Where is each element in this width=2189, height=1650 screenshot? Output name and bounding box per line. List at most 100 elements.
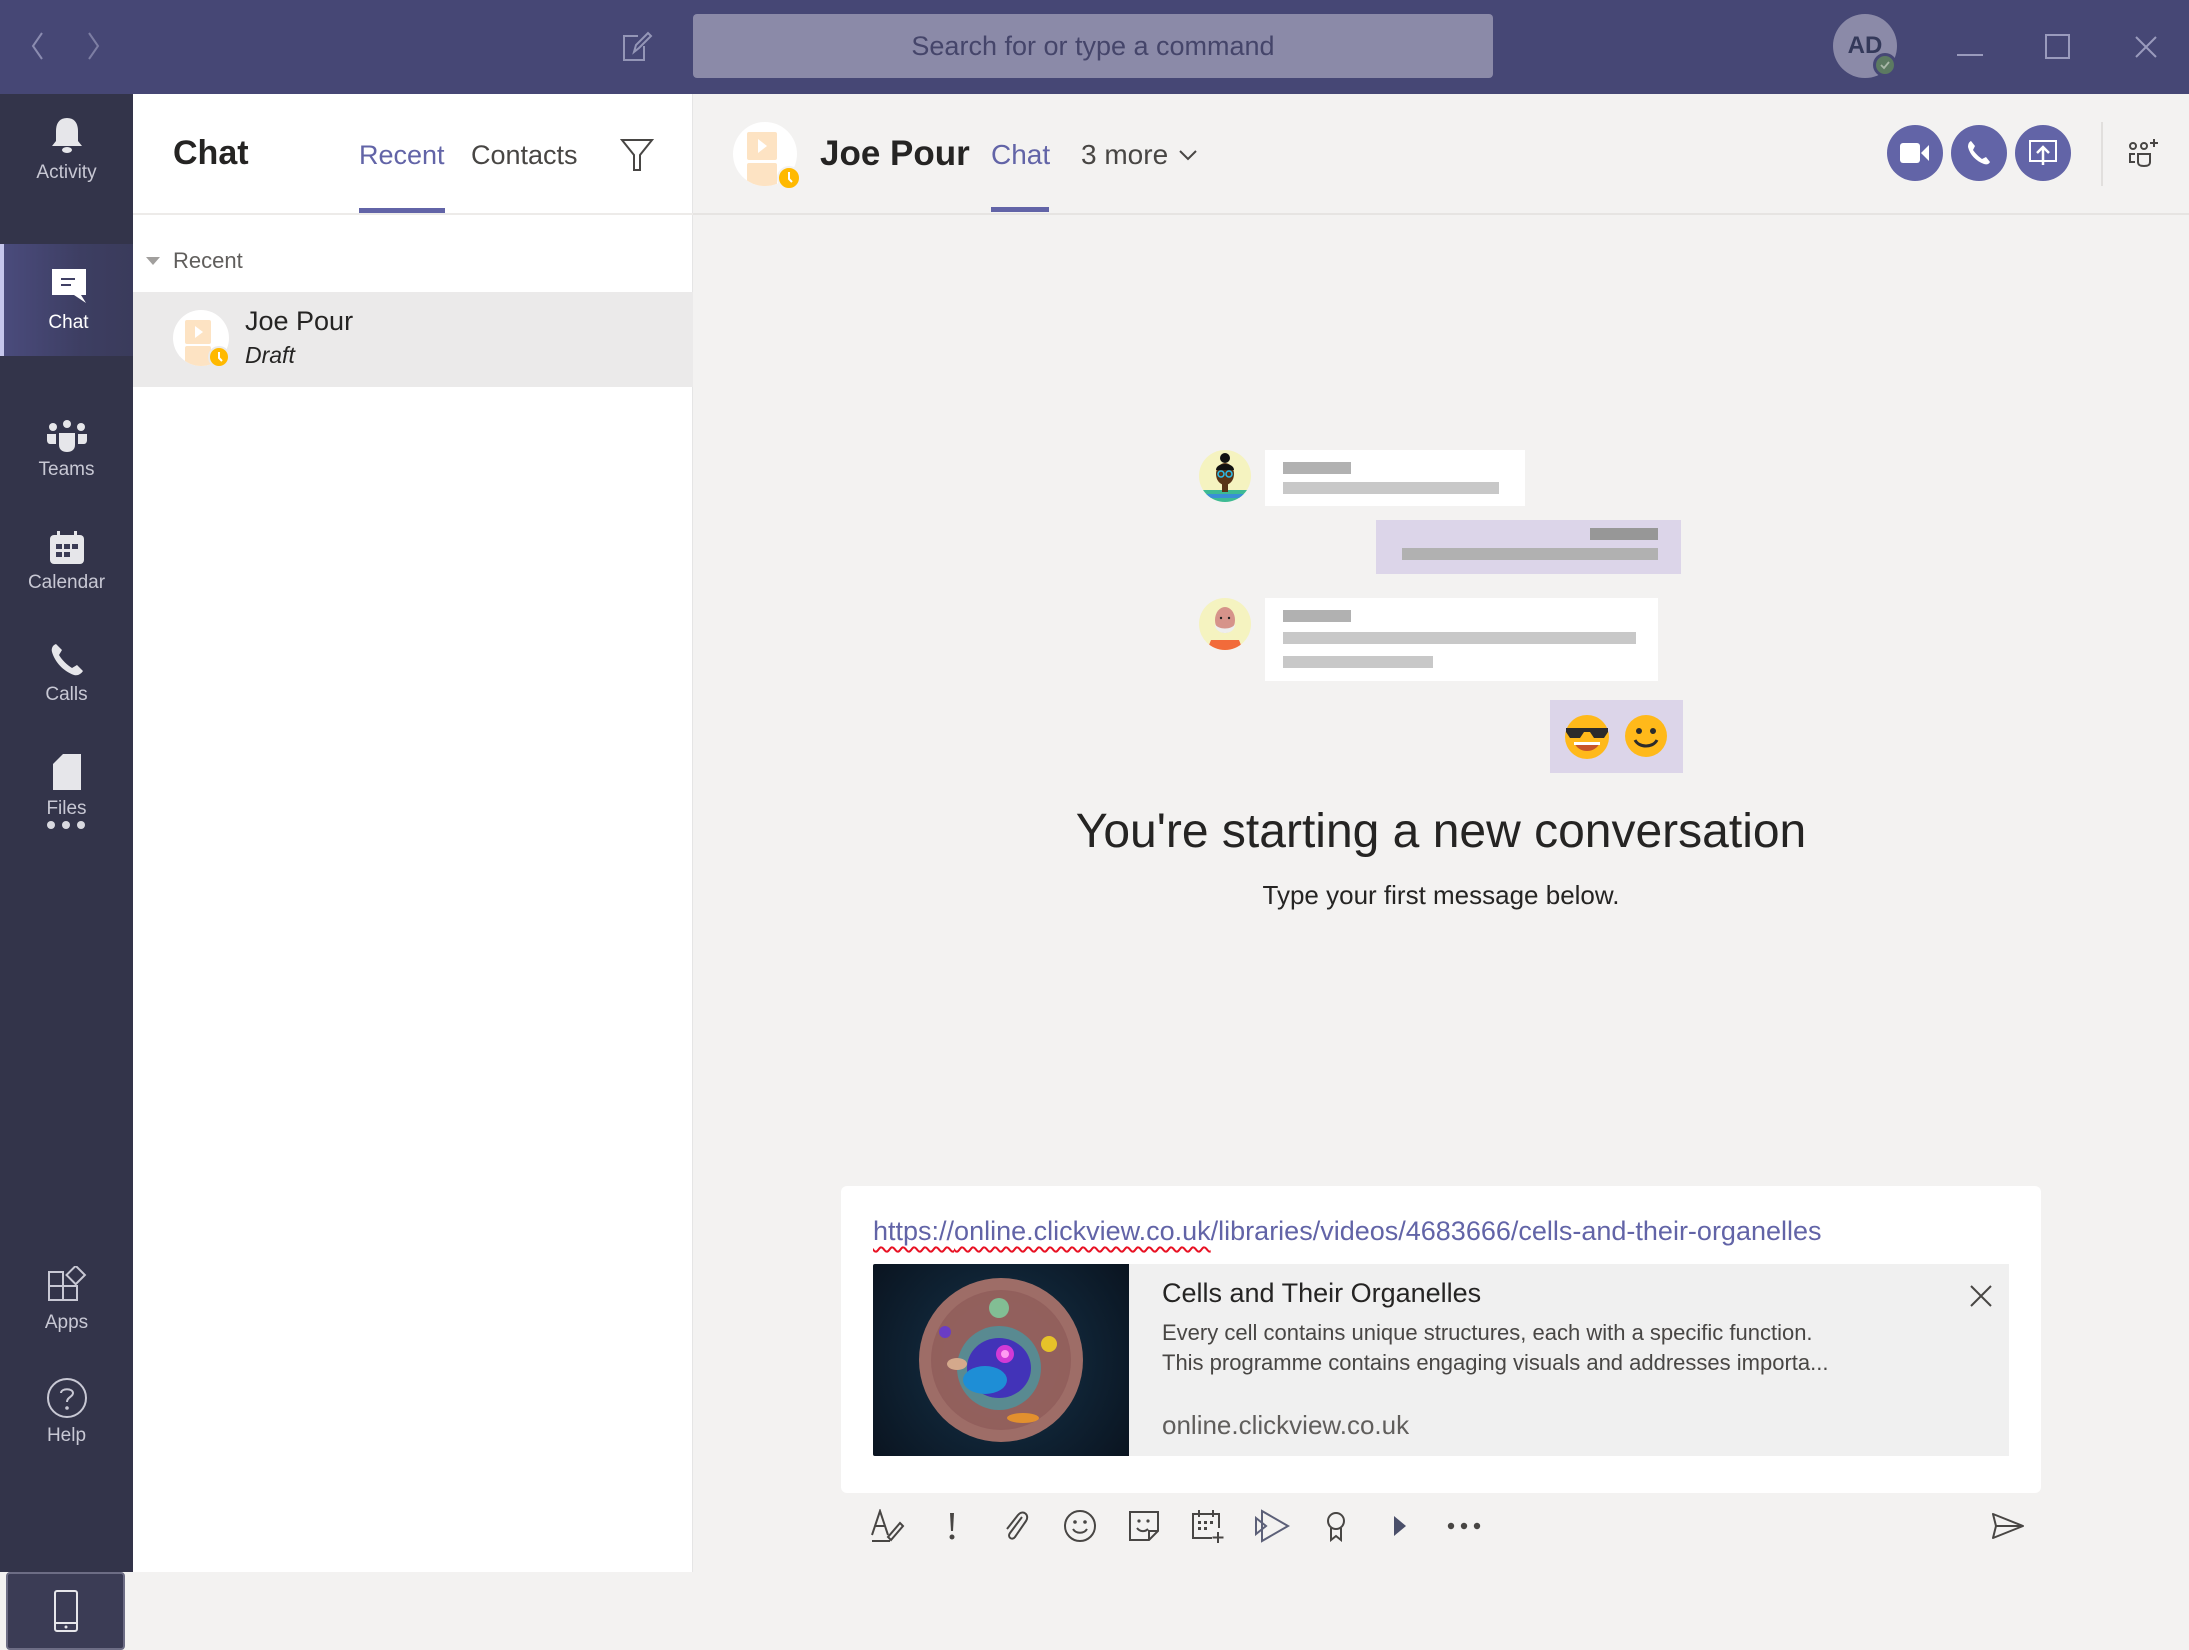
more-icon[interactable] (45, 818, 89, 836)
rail-label: Calls (45, 684, 88, 705)
share-screen-icon (2029, 140, 2057, 165)
compose-box[interactable]: https://online.clickview.co.uk/libraries… (841, 1186, 2041, 1493)
caret-down-icon[interactable] (146, 257, 160, 265)
sample-message-bubble (1265, 598, 1658, 681)
important-button[interactable] (929, 1503, 975, 1549)
filter-icon[interactable] (619, 138, 655, 177)
chevron-right-icon[interactable] (84, 30, 104, 67)
stream-icon (1255, 1509, 1290, 1543)
link-preview-title[interactable]: Cells and Their Organelles (1162, 1278, 1481, 1309)
schedule-meeting-icon (1192, 1510, 1224, 1543)
maximize-icon[interactable] (2045, 34, 2071, 65)
attach-icon (1006, 1511, 1029, 1540)
tab-chat[interactable]: Chat (991, 139, 1050, 171)
description-line: This programme contains engaging visuals… (1162, 1350, 1829, 1375)
emoji-icon (1064, 1510, 1096, 1542)
person-avatar-illustration (1199, 450, 1251, 502)
video-call-icon (1900, 143, 1929, 163)
rail-label: Files (46, 798, 87, 819)
description-line: Every cell contains unique structures, e… (1162, 1320, 1813, 1345)
title-bar: AD (0, 0, 2189, 94)
more-tabs-label: 3 more (1081, 139, 1169, 170)
active-tab-indicator (991, 207, 1049, 212)
chat-subtitle: Draft (245, 342, 295, 368)
close-icon[interactable] (2134, 35, 2158, 64)
new-chat-icon[interactable] (620, 30, 654, 69)
tab-recent[interactable]: Recent (359, 140, 445, 171)
important-icon (949, 1513, 955, 1540)
search-input[interactable] (693, 14, 1493, 78)
rail-label: Chat (48, 312, 89, 333)
rail-label: Teams (38, 459, 95, 480)
link-preview-domain: online.clickview.co.uk (1162, 1410, 1410, 1440)
video-call-button[interactable] (1887, 125, 1943, 181)
rail-item-help[interactable]: Help (0, 1356, 133, 1468)
file-icon (52, 754, 81, 790)
divider (2101, 122, 2103, 186)
mobile-icon (53, 1590, 78, 1632)
more-options-icon (1447, 1522, 1481, 1530)
chat-list-pane: Chat Recent Contacts Recent Joe Pour Dra… (133, 94, 693, 1572)
audio-call-icon (1968, 141, 1990, 165)
rail-item-apps[interactable]: Apps (0, 1244, 133, 1356)
divider (133, 213, 693, 215)
praise-icon (1327, 1512, 1345, 1542)
pane-title: Chat (173, 134, 249, 172)
schedule-meeting-button[interactable] (1185, 1503, 1231, 1549)
emoji-button[interactable] (1057, 1503, 1103, 1549)
praise-button[interactable] (1313, 1503, 1359, 1549)
sample-emoji-bubble (1550, 700, 1683, 773)
url-host: online.clickview.co.uk (954, 1216, 1211, 1246)
send-button[interactable] (1985, 1503, 2031, 1549)
tab-contacts[interactable]: Contacts (471, 140, 578, 171)
link-preview-description: Every cell contains unique structures, e… (1162, 1318, 1942, 1378)
chat-list-item[interactable]: Joe Pour Draft (133, 292, 693, 387)
rail-item-activity[interactable]: Activity (0, 94, 133, 206)
format-button[interactable] (865, 1503, 911, 1549)
video-button[interactable] (1377, 1503, 1423, 1549)
audio-call-button[interactable] (1951, 125, 2007, 181)
empty-state-title: You're starting a new conversation (1075, 805, 1807, 858)
rail-item-chat[interactable]: Chat (0, 244, 133, 356)
compose-input[interactable]: https://online.clickview.co.uk/libraries… (873, 1216, 1822, 1247)
teams-icon (46, 420, 87, 452)
divider (693, 213, 2189, 215)
rail-label: Activity (36, 162, 97, 183)
rail-item-calendar[interactable]: Calendar (0, 506, 133, 618)
phone-icon (51, 644, 83, 676)
rail-item-calls[interactable]: Calls (0, 618, 133, 730)
section-label-recent[interactable]: Recent (173, 248, 243, 274)
sample-message-bubble (1265, 450, 1525, 506)
share-screen-button[interactable] (2015, 125, 2071, 181)
more-tabs-dropdown[interactable]: 3 more (1081, 139, 1198, 171)
add-people-icon[interactable] (2127, 138, 2161, 173)
smile-emoji-icon (1625, 715, 1667, 757)
more-options-button[interactable] (1441, 1503, 1487, 1549)
app-rail: Activity Chat Teams Calendar Calls Files… (0, 94, 133, 1650)
person-avatar-illustration (1199, 598, 1251, 650)
format-icon (871, 1509, 905, 1542)
rail-item-teams[interactable]: Teams (0, 394, 133, 506)
mobile-download-button[interactable] (6, 1572, 125, 1650)
conversation-title: Joe Pour (820, 134, 970, 173)
send-icon (1992, 1513, 2024, 1539)
chat-icon (51, 269, 86, 303)
rail-label: Help (46, 1425, 87, 1446)
rail-label: Calendar (27, 572, 106, 593)
conversation-pane: Joe Pour Chat 3 more You're starting a n… (693, 94, 2189, 1572)
close-icon (1970, 1285, 1992, 1307)
video-icon (1394, 1516, 1406, 1536)
url-scheme: https:// (873, 1216, 955, 1246)
sticker-button[interactable] (1121, 1503, 1167, 1549)
link-preview-card[interactable]: Cells and Their Organelles Every cell co… (873, 1264, 2009, 1456)
chat-name: Joe Pour (245, 306, 354, 336)
chevron-left-icon[interactable] (28, 30, 48, 67)
bell-icon (51, 118, 82, 153)
attach-button[interactable] (993, 1503, 1039, 1549)
apps-icon (47, 1266, 86, 1301)
empty-state-subtitle: Type your first message below. (1262, 880, 1620, 910)
stream-button[interactable] (1249, 1503, 1295, 1549)
chevron-down-icon (1179, 150, 1197, 161)
remove-preview-button[interactable] (1967, 1282, 1995, 1310)
minimize-icon[interactable] (1957, 44, 1983, 62)
